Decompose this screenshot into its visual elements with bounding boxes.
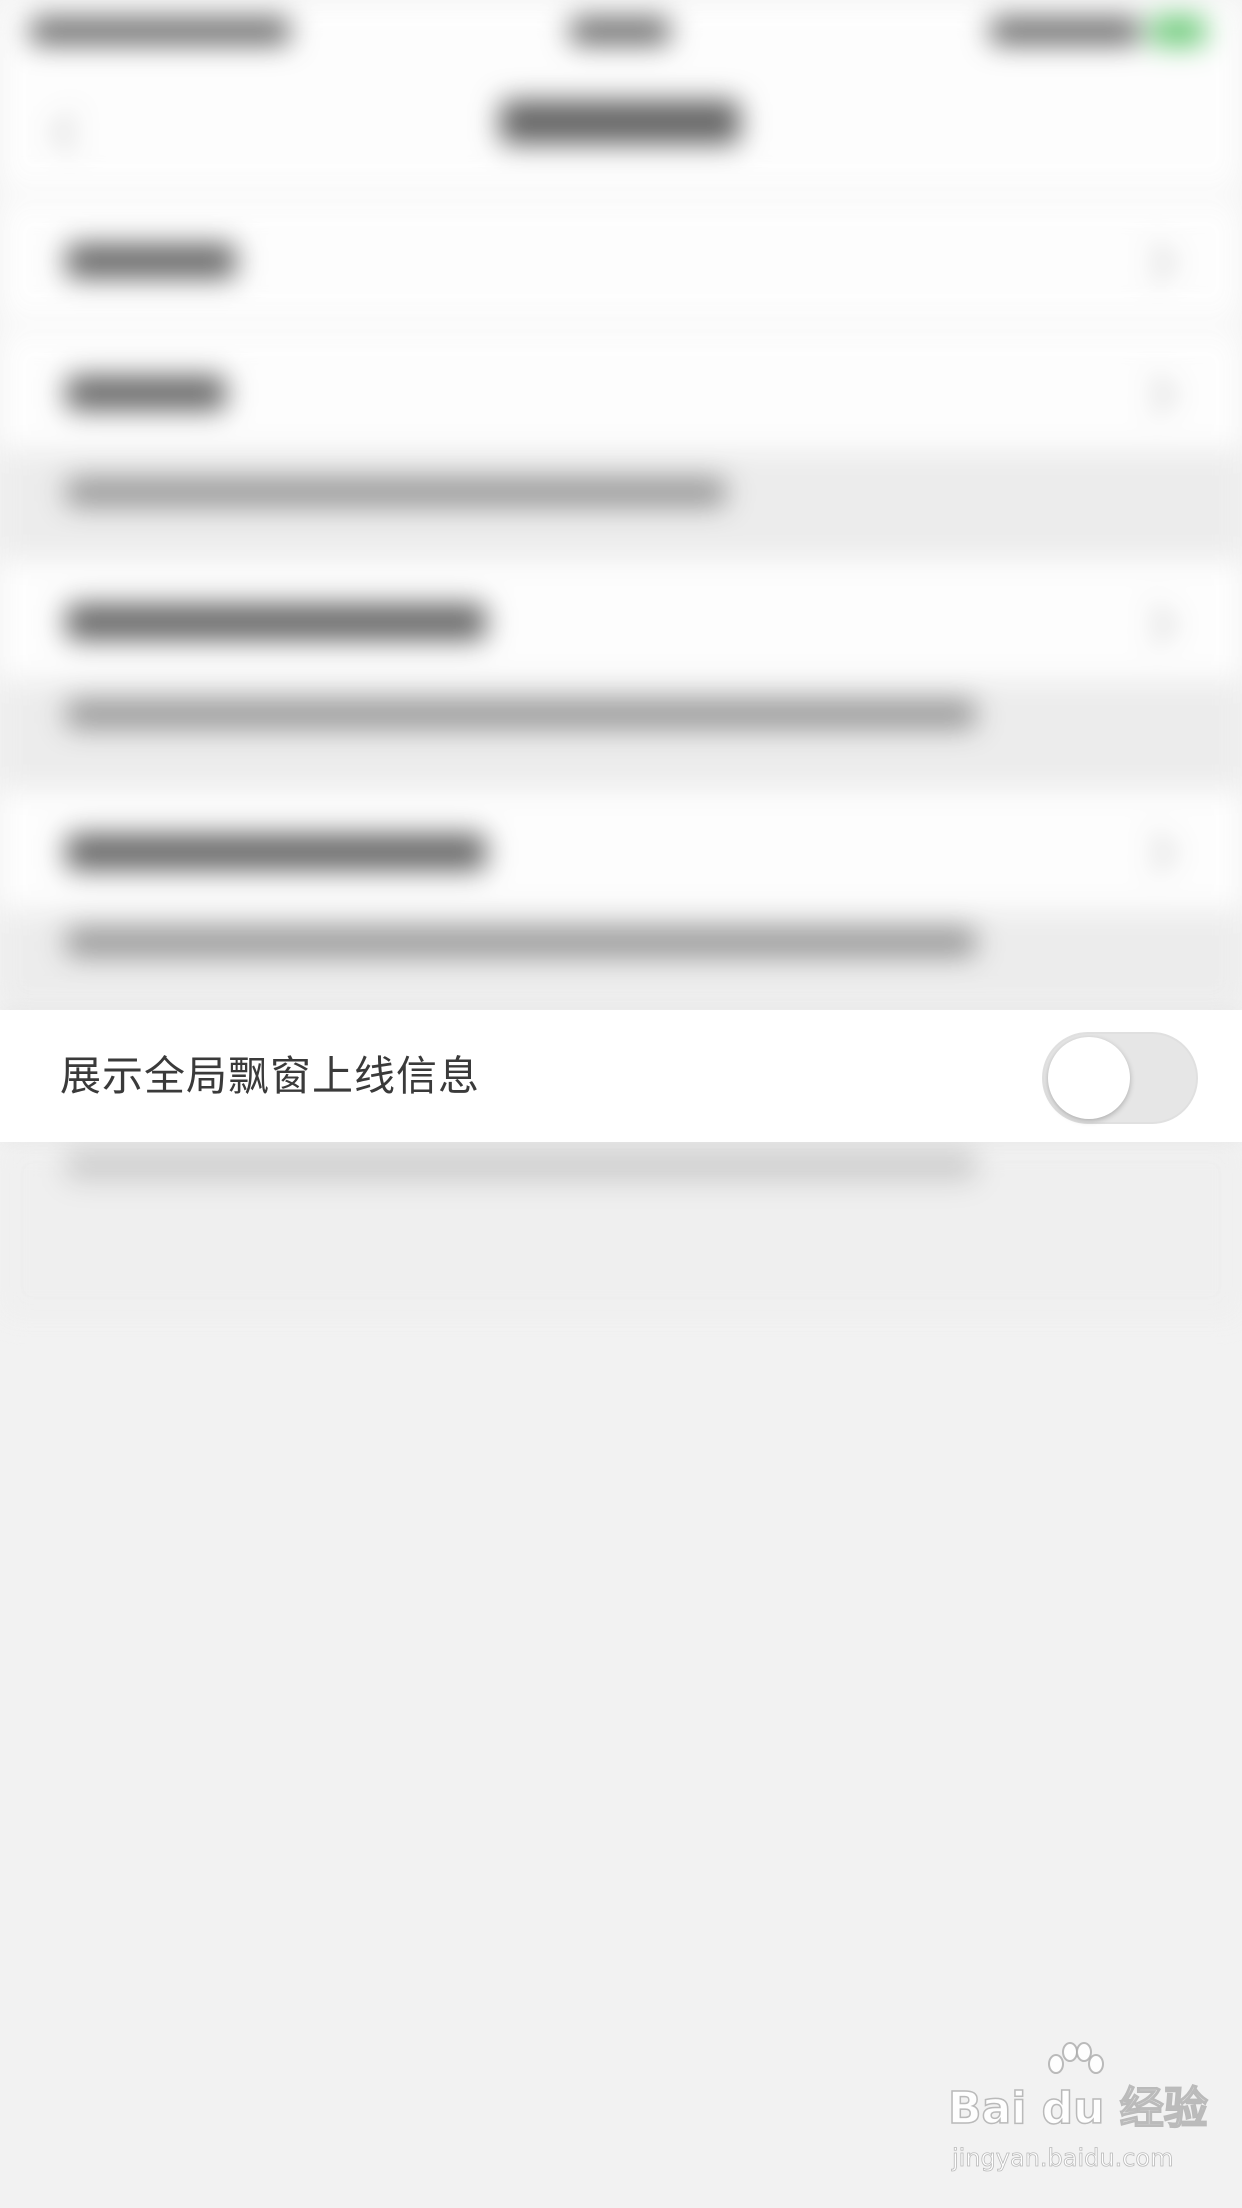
status-bar-time [570, 18, 670, 44]
blurred-row-4-label [66, 834, 486, 870]
baidu-jingyan-watermark: Bai du 经验 jingyan.baidu.com [947, 2042, 1209, 2192]
blurred-note-2-text [66, 700, 976, 728]
settings-screen: 展示全局飘窗上线信息 Bai du 经验 jingyan.baidu.com [0, 0, 1242, 2208]
blurred-note-1-text [66, 478, 726, 506]
blurred-row-1-label [66, 244, 236, 278]
show-global-popup-toggle[interactable] [1042, 1032, 1198, 1124]
blurred-note-2 [0, 680, 1242, 790]
blurred-row-3-label [66, 604, 486, 640]
status-bar-left [30, 18, 290, 44]
blurred-row-2-label [66, 376, 226, 410]
blurred-note-3 [0, 910, 1242, 1010]
setting-label: 展示全局飘窗上线信息 [60, 1052, 480, 1100]
watermark-url: jingyan.baidu.com [952, 2144, 1174, 2173]
blurred-background [0, 0, 1242, 1400]
toggle-knob [1048, 1037, 1130, 1119]
blurred-note-4-text [66, 1150, 976, 1180]
nav-title [500, 100, 740, 144]
show-global-popup-online-info-row: 展示全局飘窗上线信息 [0, 1010, 1242, 1142]
battery-icon [1150, 16, 1206, 46]
watermark-brand: Bai du 经验 [947, 2082, 1208, 2135]
blurred-note-3-text [66, 928, 976, 956]
status-bar-right [990, 18, 1140, 44]
